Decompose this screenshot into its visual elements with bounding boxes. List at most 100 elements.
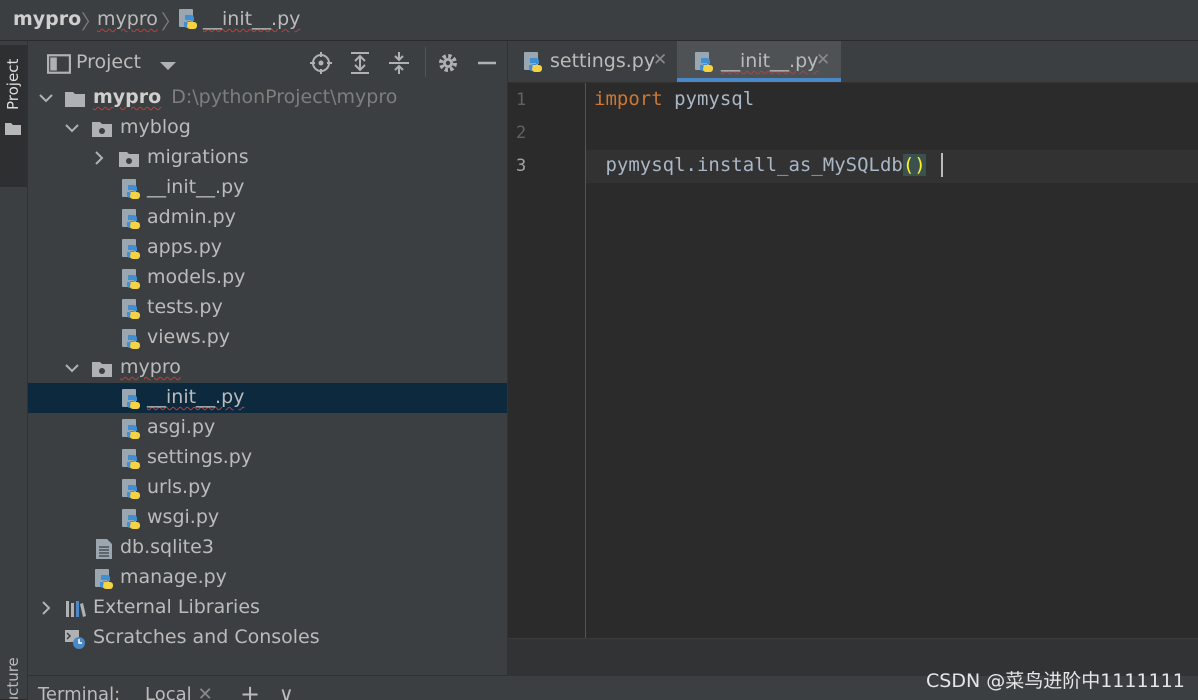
- terminal-label: Terminal:: [38, 684, 121, 700]
- tree-item-external-libraries[interactable]: External Libraries: [28, 593, 507, 623]
- scratches-icon: [65, 630, 85, 649]
- folder-icon: [5, 123, 21, 135]
- chevron-down-icon[interactable]: [64, 119, 80, 137]
- text-file-icon: [96, 539, 112, 559]
- tree-item-file[interactable]: apps.py: [28, 233, 507, 263]
- tree-item-label: wsgi.py: [147, 506, 220, 528]
- tree-item-folder[interactable]: mypro: [28, 353, 507, 383]
- python-file-icon: [122, 179, 140, 199]
- breadcrumb-item-folder[interactable]: mypro: [97, 8, 158, 30]
- project-tool-window-tab[interactable]: Project: [0, 45, 27, 187]
- tree-item-scratches[interactable]: Scratches and Consoles: [28, 623, 507, 653]
- package-folder-icon: [92, 122, 112, 137]
- tree-item-file[interactable]: tests.py: [28, 293, 507, 323]
- folder-icon: [65, 92, 85, 107]
- tree-item-root[interactable]: mypro D:\pythonProject\mypro: [28, 83, 507, 113]
- python-file-icon: [122, 419, 140, 439]
- chevron-right-icon[interactable]: [38, 599, 54, 617]
- tree-item-file[interactable]: urls.py: [28, 473, 507, 503]
- python-file-icon: [179, 9, 197, 29]
- tab-label: __init__.py: [721, 50, 819, 72]
- libraries-icon: [66, 601, 86, 617]
- python-file-icon: [95, 569, 113, 589]
- expand-all-icon[interactable]: [348, 51, 372, 75]
- tree-item-label: models.py: [147, 266, 246, 288]
- close-icon[interactable]: ✕: [198, 684, 213, 700]
- hide-panel-icon[interactable]: [475, 51, 499, 75]
- tree-item-label: tests.py: [147, 296, 223, 318]
- breadcrumb-item-file[interactable]: __init__.py: [177, 8, 300, 30]
- tree-item-label: mypro: [120, 356, 181, 378]
- tree-item-label: Scratches and Consoles: [93, 626, 320, 648]
- tree-item-file[interactable]: views.py: [28, 323, 507, 353]
- text-caret: [941, 153, 943, 177]
- python-file-icon: [122, 509, 140, 529]
- close-icon[interactable]: ✕: [816, 50, 830, 70]
- terminal-tab-local[interactable]: Local ✕: [145, 684, 213, 700]
- breadcrumb-item-project[interactable]: mypro: [13, 8, 81, 30]
- gear-icon[interactable]: [436, 51, 460, 75]
- tree-item-label: urls.py: [147, 476, 212, 498]
- tree-item-file[interactable]: manage.py: [28, 563, 507, 593]
- locate-icon[interactable]: [309, 51, 333, 75]
- tree-item-file-selected[interactable]: __init__.py: [28, 383, 507, 413]
- chevron-down-icon[interactable]: [64, 359, 80, 377]
- package-folder-icon: [92, 362, 112, 377]
- breadcrumb-item-label: mypro: [13, 8, 82, 30]
- tab-init-py[interactable]: __init__.py ✕: [677, 41, 841, 82]
- terminal-tab-label: Local: [145, 684, 192, 700]
- line-number: 3: [516, 156, 527, 176]
- tree-item-label: mypro D:\pythonProject\mypro: [93, 86, 397, 108]
- tree-item-label: migrations: [147, 146, 249, 168]
- add-terminal-icon[interactable]: +: [240, 680, 260, 700]
- line-number: 1: [516, 90, 527, 110]
- python-file-icon: [122, 389, 140, 409]
- left-tool-strip: Project Structure: [0, 41, 28, 699]
- tree-item-label: __init__.py: [147, 386, 245, 408]
- chevron-down-icon[interactable]: [38, 89, 54, 107]
- python-file-icon: [122, 479, 140, 499]
- tree-item-label: apps.py: [147, 236, 223, 258]
- toolbar-divider: [425, 47, 426, 77]
- code-line-3[interactable]: pymysql.install_as_MySQLdb(): [594, 154, 926, 176]
- tree-item-folder[interactable]: myblog: [28, 113, 507, 143]
- tree-item-file[interactable]: db.sqlite3: [28, 533, 507, 563]
- tree-item-file[interactable]: __init__.py: [28, 173, 507, 203]
- editor-tabs: settings.py ✕ __init__.py ✕: [508, 41, 1198, 83]
- root-folder-path: D:\pythonProject\mypro: [171, 86, 398, 108]
- breadcrumb-item-label: __init__.py: [203, 8, 301, 30]
- breadcrumb-item-label: mypro: [97, 8, 158, 30]
- tree-item-label: External Libraries: [93, 596, 260, 618]
- package-folder-icon: [119, 152, 139, 167]
- tree-item-file[interactable]: admin.py: [28, 203, 507, 233]
- python-file-icon: [524, 52, 542, 72]
- collapse-all-icon[interactable]: [387, 51, 411, 75]
- close-icon[interactable]: ✕: [653, 50, 667, 70]
- tree-item-label: views.py: [147, 326, 230, 348]
- tree-item-label: manage.py: [120, 566, 227, 588]
- chevron-down-icon[interactable]: ∨: [279, 682, 294, 700]
- code-line-1[interactable]: import pymysql: [594, 88, 754, 110]
- root-folder-name: mypro: [93, 86, 162, 108]
- matched-parens: (): [902, 154, 926, 176]
- tree-item-file[interactable]: wsgi.py: [28, 503, 507, 533]
- project-tool-label: Project: [4, 59, 22, 111]
- project-toolbar: Project: [28, 41, 507, 83]
- tree-item-label: myblog: [120, 116, 191, 138]
- project-panel-title[interactable]: Project: [76, 51, 141, 73]
- tree-item-file[interactable]: models.py: [28, 263, 507, 293]
- tab-settings-py[interactable]: settings.py ✕: [508, 41, 676, 82]
- chevron-down-icon[interactable]: [156, 54, 180, 78]
- python-file-icon: [122, 329, 140, 349]
- tree-item-folder[interactable]: migrations: [28, 143, 507, 173]
- chevron-right-icon[interactable]: [91, 149, 107, 167]
- tree-item-label: admin.py: [147, 206, 236, 228]
- structure-tool-window-tab[interactable]: Structure: [0, 647, 27, 699]
- tree-item-label: settings.py: [147, 446, 253, 468]
- structure-tool-label: Structure: [4, 657, 22, 699]
- code-token: pymysql: [662, 88, 755, 110]
- tree-item-file[interactable]: asgi.py: [28, 413, 507, 443]
- tree-item-file[interactable]: settings.py: [28, 443, 507, 473]
- code-token: pymysql.install_as_MySQLdb: [594, 154, 903, 176]
- code-editor[interactable]: 1 2 3 import pymysql pymysql.install_as_…: [508, 83, 1198, 638]
